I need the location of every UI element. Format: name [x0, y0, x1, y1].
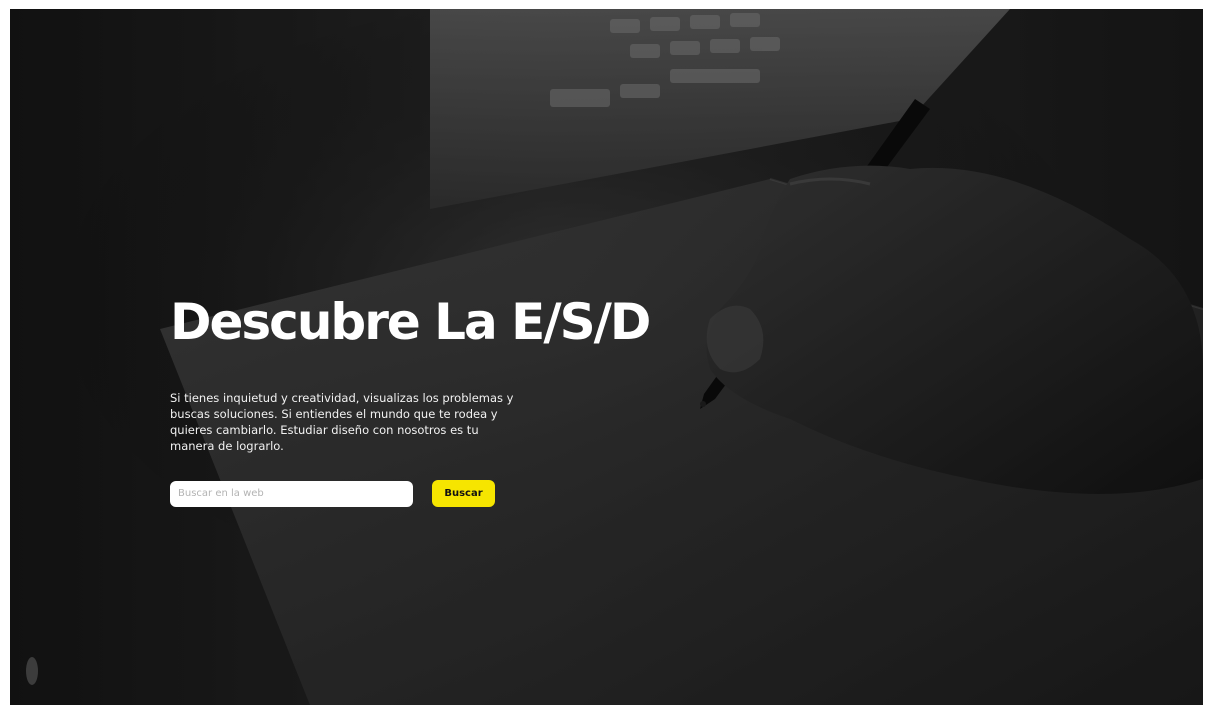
hero-section: Descubre La E/S/D Si tienes inquietud y … — [10, 9, 1203, 705]
search-button[interactable]: Buscar — [432, 480, 495, 507]
search-input[interactable] — [170, 480, 413, 507]
hero-description: Si tienes inquietud y creatividad, visua… — [170, 391, 514, 453]
hero-content: Descubre La E/S/D Si tienes inquietud y … — [170, 294, 690, 507]
hero-title: Descubre La E/S/D — [170, 293, 651, 351]
search-bar: Buscar — [170, 480, 690, 507]
